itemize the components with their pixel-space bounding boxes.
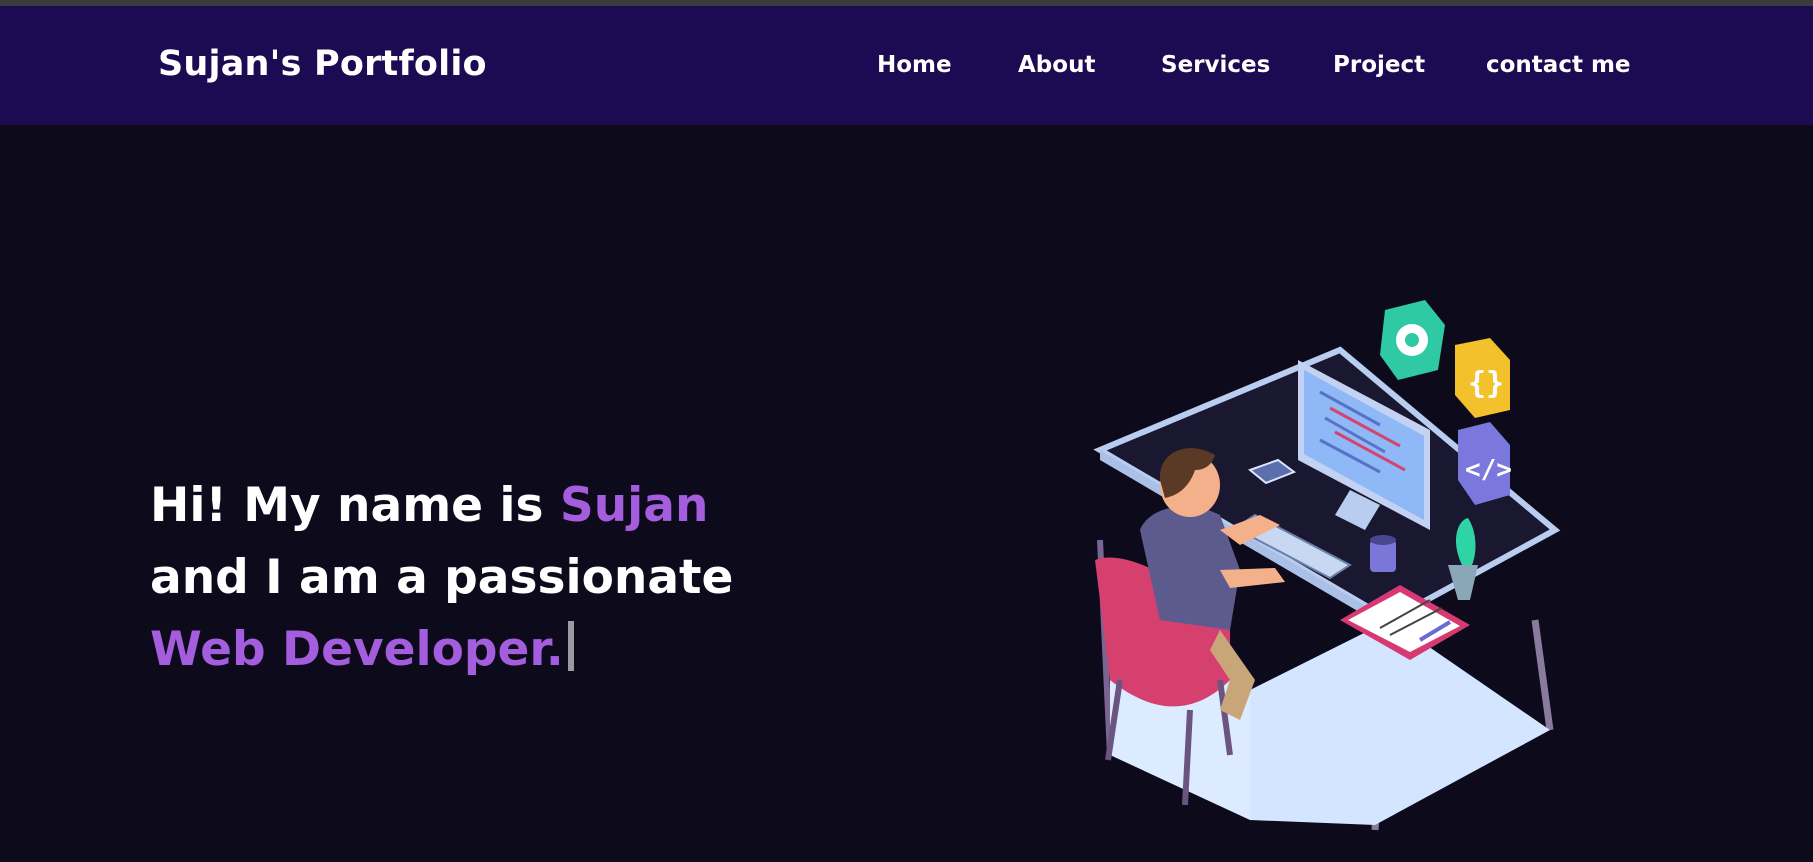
hero-role: Web Developer.	[150, 622, 564, 677]
nav-project[interactable]: Project	[1333, 52, 1425, 78]
curly-braces-icon: {}	[1455, 338, 1510, 418]
svg-text:</>: </>	[1465, 455, 1512, 485]
hero-line-1: Hi! My name is Sujan	[150, 470, 733, 542]
brand-logo[interactable]: Sujan's Portfolio	[158, 44, 487, 84]
hero-greeting: Hi! My name is	[150, 478, 560, 533]
typing-cursor	[567, 621, 574, 671]
developer-illustration: {} </>	[1093, 300, 1561, 831]
nav-services[interactable]: Services	[1161, 52, 1270, 78]
nav-home[interactable]: Home	[877, 52, 952, 78]
desk-leg	[1531, 619, 1554, 731]
hero-heading: Hi! My name is Sujan and I am a passiona…	[150, 470, 733, 686]
hero-line-3: Web Developer.	[150, 614, 733, 686]
gear-icon	[1380, 300, 1445, 380]
svg-text:{}: {}	[1468, 366, 1504, 401]
nav-contact-me[interactable]: contact me	[1486, 52, 1631, 78]
hero-line-2: and I am a passionate	[150, 550, 734, 605]
hero-name: Sujan	[559, 478, 709, 533]
nav-about[interactable]: About	[1018, 52, 1095, 78]
navbar: Sujan's Portfolio Home About Services Pr…	[0, 6, 1813, 125]
